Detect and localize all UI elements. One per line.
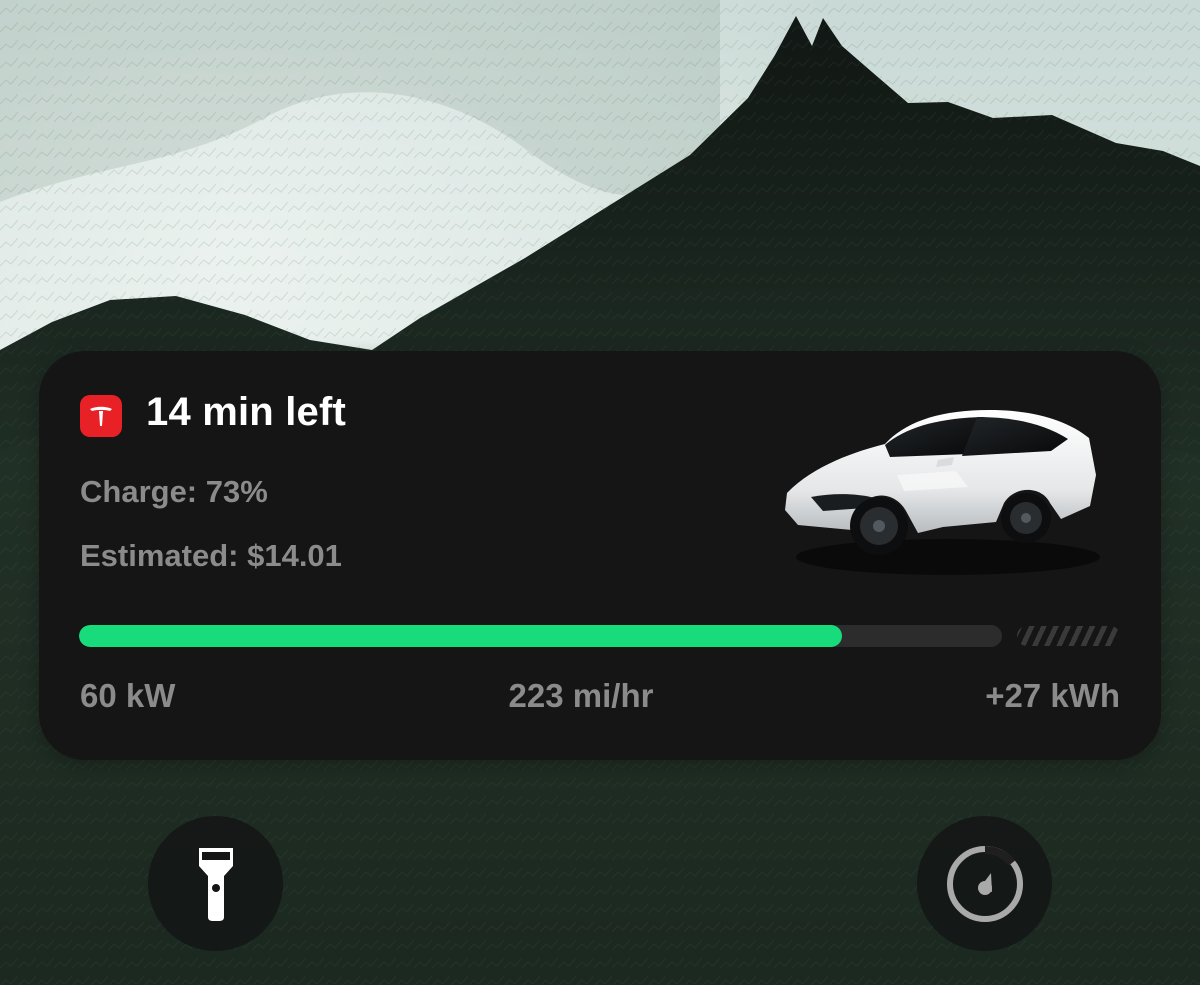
charge-progress-bar (79, 625, 1002, 647)
charging-rate: 223 mi/hr (508, 677, 654, 714)
charge-level-text: Charge: 73% (80, 474, 268, 509)
energy-added: +27 kWh (985, 677, 1120, 714)
flashlight-button[interactable] (148, 816, 283, 951)
tesla-logo-icon (80, 395, 122, 437)
charging-power: 60 kW (80, 677, 176, 714)
charge-progress-fill (79, 625, 843, 647)
estimated-cost-text: Estimated: $14.01 (80, 538, 342, 573)
charging-live-activity[interactable]: 14 min left Charge: 73% Estimated: $14.0… (39, 351, 1161, 760)
timer-icon (946, 845, 1023, 922)
flashlight-icon (198, 847, 233, 921)
tesla-vehicle-image (785, 409, 1100, 575)
remaining-time-title: 14 min left (146, 390, 347, 434)
timer-button[interactable] (917, 816, 1052, 951)
charge-limit-indicator (1017, 626, 1120, 646)
